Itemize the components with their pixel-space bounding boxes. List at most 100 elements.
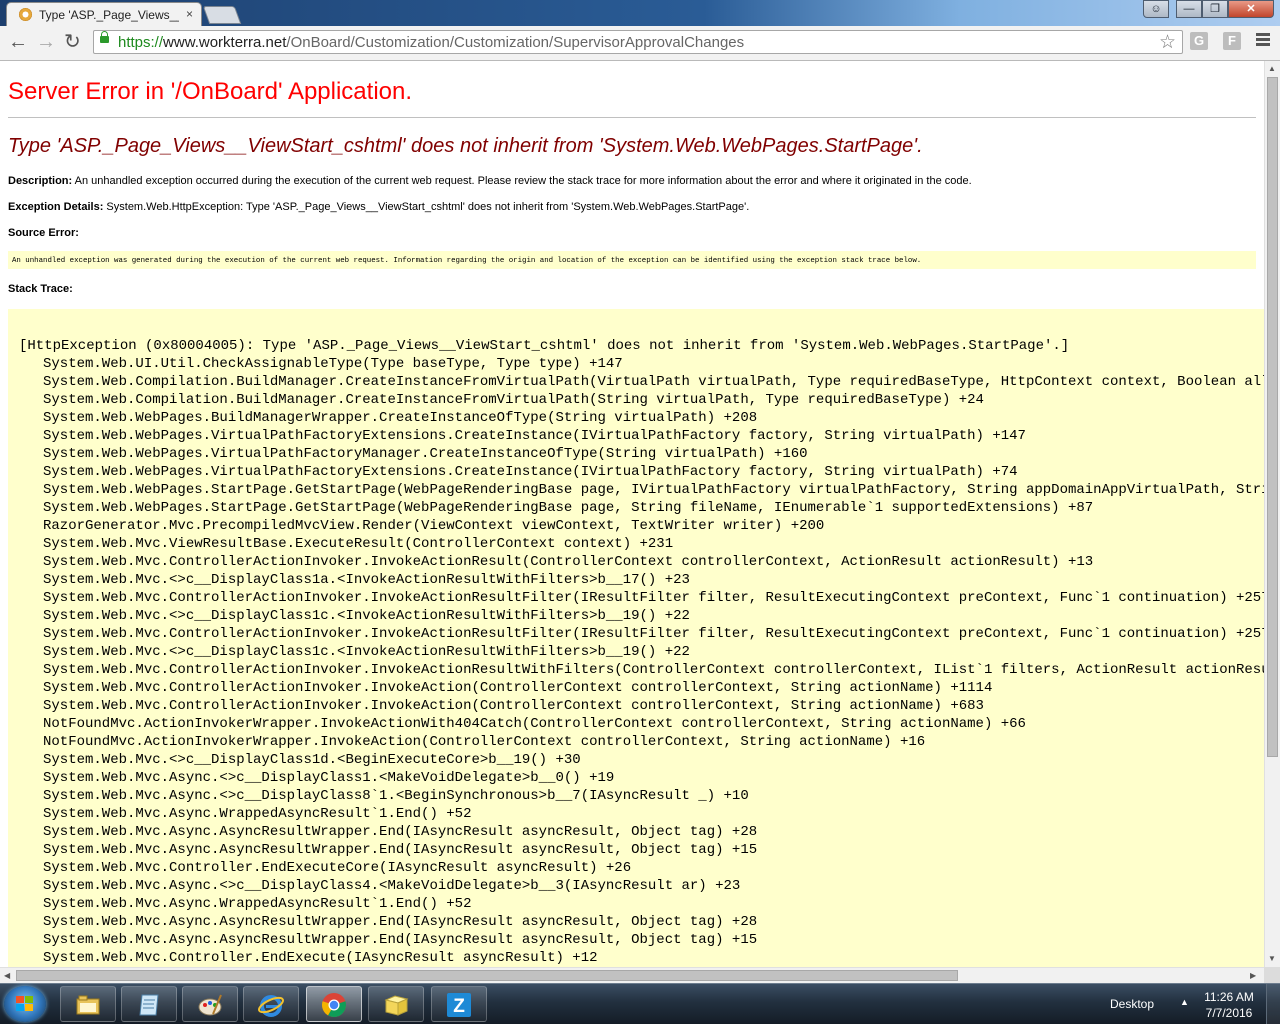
source-error-text: An unhandled exception was generated dur…	[12, 257, 922, 265]
taskbar-internet-explorer-button[interactable]	[243, 986, 299, 1022]
stack-trace-frame: System.Web.Mvc.ControllerActionInvoker.I…	[43, 590, 1264, 606]
taskbar-explorer-button[interactable]	[60, 986, 116, 1022]
stack-trace: [HttpException (0x80004005): Type 'ASP._…	[19, 337, 1264, 967]
extension-g-icon[interactable]: G	[1190, 32, 1208, 50]
stack-trace-frame: System.Web.Mvc.<>c__DisplayClass1d.<Begi…	[43, 752, 581, 768]
stack-trace-frame: System.Web.Mvc.ControllerActionInvoker.I…	[43, 554, 1094, 570]
source-error-box: An unhandled exception was generated dur…	[8, 251, 1256, 269]
new-tab-button[interactable]	[202, 6, 242, 24]
internet-explorer-icon	[258, 995, 284, 1017]
stack-trace-frame: System.Web.Mvc.Controller.EndExecuteCore…	[43, 860, 632, 876]
browser-tab[interactable]: Type 'ASP._Page_Views__V ×	[6, 2, 202, 26]
chrome-menu-icon[interactable]	[1256, 33, 1270, 48]
clock-date: 7/7/2016	[1205, 1006, 1253, 1020]
stack-trace-frame: System.Web.WebPages.VirtualPathFactoryEx…	[43, 428, 1026, 444]
server-error-heading: Server Error in '/OnBoard' Application.	[8, 78, 413, 105]
maximize-button[interactable]: ❐	[1202, 0, 1228, 18]
browser-title-bar: Type 'ASP._Page_Views__V × ☺ — ❐ ✕	[0, 0, 1280, 26]
stack-trace-frame: System.Web.Mvc.<>c__DisplayClass1a.<Invo…	[43, 572, 690, 588]
stack-trace-frame: System.Web.WebPages.BuildManagerWrapper.…	[43, 410, 758, 426]
stack-trace-frame: System.Web.Mvc.ControllerActionInvoker.I…	[43, 662, 1264, 678]
description-row: Description: An unhandled exception occu…	[8, 175, 972, 187]
url-path: /OnBoard/Customization/Customization/Sup…	[286, 34, 745, 51]
taskbar-notepad-button[interactable]	[121, 986, 177, 1022]
scroll-left-arrow-icon[interactable]: ◀	[4, 971, 10, 980]
taskbar-folder-button[interactable]	[368, 986, 424, 1022]
stack-trace-frame: System.Web.WebPages.VirtualPathFactoryEx…	[43, 464, 1018, 480]
z-app-icon: Z	[447, 993, 471, 1017]
url-host: www.workterra.net	[163, 34, 287, 51]
notepad-icon	[139, 994, 159, 1016]
user-profile-icon[interactable]: ☺	[1143, 0, 1169, 18]
tab-title: Type 'ASP._Page_Views__V	[39, 8, 179, 22]
stack-trace-frame: System.Web.Mvc.Async.<>c__DisplayClass1.…	[43, 770, 615, 786]
source-error-label: Source Error:	[8, 227, 79, 239]
scroll-up-arrow-icon[interactable]: ▲	[1268, 64, 1276, 73]
page-content: Server Error in '/OnBoard' Application. …	[0, 61, 1264, 967]
taskbar-chrome-button[interactable]	[306, 986, 362, 1022]
bookmark-star-icon[interactable]: ☆	[1159, 31, 1176, 54]
z-app-letter: Z	[453, 996, 465, 1017]
taskbar-z-app-button[interactable]: Z	[431, 986, 487, 1022]
stack-trace-frame: System.Web.Mvc.<>c__DisplayClass1c.<Invo…	[43, 644, 690, 660]
stack-trace-frame: System.Web.WebPages.StartPage.GetStartPa…	[43, 482, 1264, 498]
vertical-scroll-thumb[interactable]	[1267, 77, 1278, 757]
url-scheme: https://	[118, 34, 164, 51]
reload-icon[interactable]: ↻	[64, 31, 81, 53]
extension-f-icon[interactable]: F	[1223, 32, 1241, 50]
stack-trace-frame: System.Web.Mvc.Async.WrappedAsyncResult`…	[43, 896, 472, 912]
desktop-toolbar-label[interactable]: Desktop	[1110, 997, 1154, 1011]
close-window-button[interactable]: ✕	[1228, 0, 1274, 18]
taskbar-paint-button[interactable]	[182, 986, 238, 1022]
stack-trace-frame: System.Web.Mvc.Async.AsyncResultWrapper.…	[43, 914, 758, 930]
stack-trace-frame: System.Web.UI.Util.CheckAssignableType(T…	[43, 356, 623, 372]
stack-trace-frame: System.Web.Mvc.Async.AsyncResultWrapper.…	[43, 842, 758, 858]
stack-trace-frame: System.Web.Mvc.Async.AsyncResultWrapper.…	[43, 932, 758, 948]
exception-details-label: Exception Details:	[8, 201, 104, 213]
back-arrow-icon[interactable]: ←	[8, 31, 28, 53]
address-bar[interactable]: https://www.workterra.net/OnBoard/Custom…	[93, 30, 1183, 54]
clock-time: 11:26 AM	[1204, 990, 1254, 1004]
tab-close-button[interactable]: ×	[186, 7, 193, 21]
show-hidden-icons-icon[interactable]: ▲	[1180, 997, 1189, 1007]
description-text: An unhandled exception occurred during t…	[74, 175, 972, 187]
stack-trace-frame: System.Web.Mvc.<>c__DisplayClass1c.<Invo…	[43, 608, 690, 624]
browser-toolbar: ← → ↻ https://www.workterra.net/OnBoard/…	[0, 26, 1280, 61]
forward-arrow-icon[interactable]: →	[36, 31, 56, 53]
stack-trace-frame: System.Web.Mvc.Async.<>c__DisplayClass4.…	[43, 878, 741, 894]
scroll-right-arrow-icon[interactable]: ▶	[1250, 971, 1256, 980]
stack-trace-frame: System.Web.Mvc.Controller.EndExecute(IAs…	[43, 950, 598, 966]
stack-trace-frame: System.Web.Mvc.ViewResultBase.ExecuteRes…	[43, 536, 674, 552]
stack-trace-frame: System.Web.Mvc.Async.AsyncResultWrapper.…	[43, 824, 758, 840]
explorer-icon	[76, 995, 100, 1015]
windows-taskbar: Z Desktop ▲ 11:26 AM 7/7/2016	[0, 983, 1280, 1024]
url-text[interactable]: https://www.workterra.net/OnBoard/Custom…	[118, 34, 744, 51]
scroll-down-arrow-icon[interactable]: ▼	[1268, 954, 1276, 963]
chrome-icon	[322, 993, 346, 1017]
system-clock[interactable]: 11:26 AM 7/7/2016	[1196, 989, 1262, 1021]
horizontal-scrollbar[interactable]: ◀ ▶	[0, 967, 1264, 983]
stack-trace-label: Stack Trace:	[8, 283, 73, 295]
exception-details-row: Exception Details: System.Web.HttpExcept…	[8, 201, 749, 213]
error-title: Type 'ASP._Page_Views__ViewStart_cshtml'…	[8, 135, 923, 157]
stack-trace-frame: System.Web.Mvc.Async.<>c__DisplayClass8`…	[43, 788, 749, 804]
horizontal-scroll-thumb[interactable]	[16, 970, 958, 981]
vertical-scrollbar[interactable]: ▲ ▼	[1264, 61, 1280, 967]
stack-trace-frame: System.Web.WebPages.VirtualPathFactoryMa…	[43, 446, 808, 462]
scrollbar-corner	[1264, 967, 1280, 983]
stack-trace-exception-line: [HttpException (0x80004005): Type 'ASP._…	[19, 338, 1070, 354]
stack-trace-frame: System.Web.Mvc.ControllerActionInvoker.I…	[43, 698, 984, 714]
start-button[interactable]	[4, 986, 46, 1022]
minimize-button[interactable]: —	[1176, 0, 1202, 18]
show-desktop-button[interactable]	[1266, 984, 1280, 1024]
stack-trace-frame: NotFoundMvc.ActionInvokerWrapper.InvokeA…	[43, 716, 1026, 732]
paint-icon	[198, 994, 222, 1016]
heading-divider	[8, 117, 1256, 118]
loading-favicon-icon	[19, 8, 32, 21]
source-error-row: Source Error:	[8, 227, 79, 239]
stack-trace-frame: System.Web.Compilation.BuildManager.Crea…	[43, 374, 1264, 390]
stack-trace-frame: System.Web.Compilation.BuildManager.Crea…	[43, 392, 984, 408]
folder-icon	[384, 995, 409, 1016]
stack-trace-frame: System.Web.Mvc.Async.WrappedAsyncResult`…	[43, 806, 472, 822]
secure-lock-icon[interactable]	[100, 31, 109, 43]
